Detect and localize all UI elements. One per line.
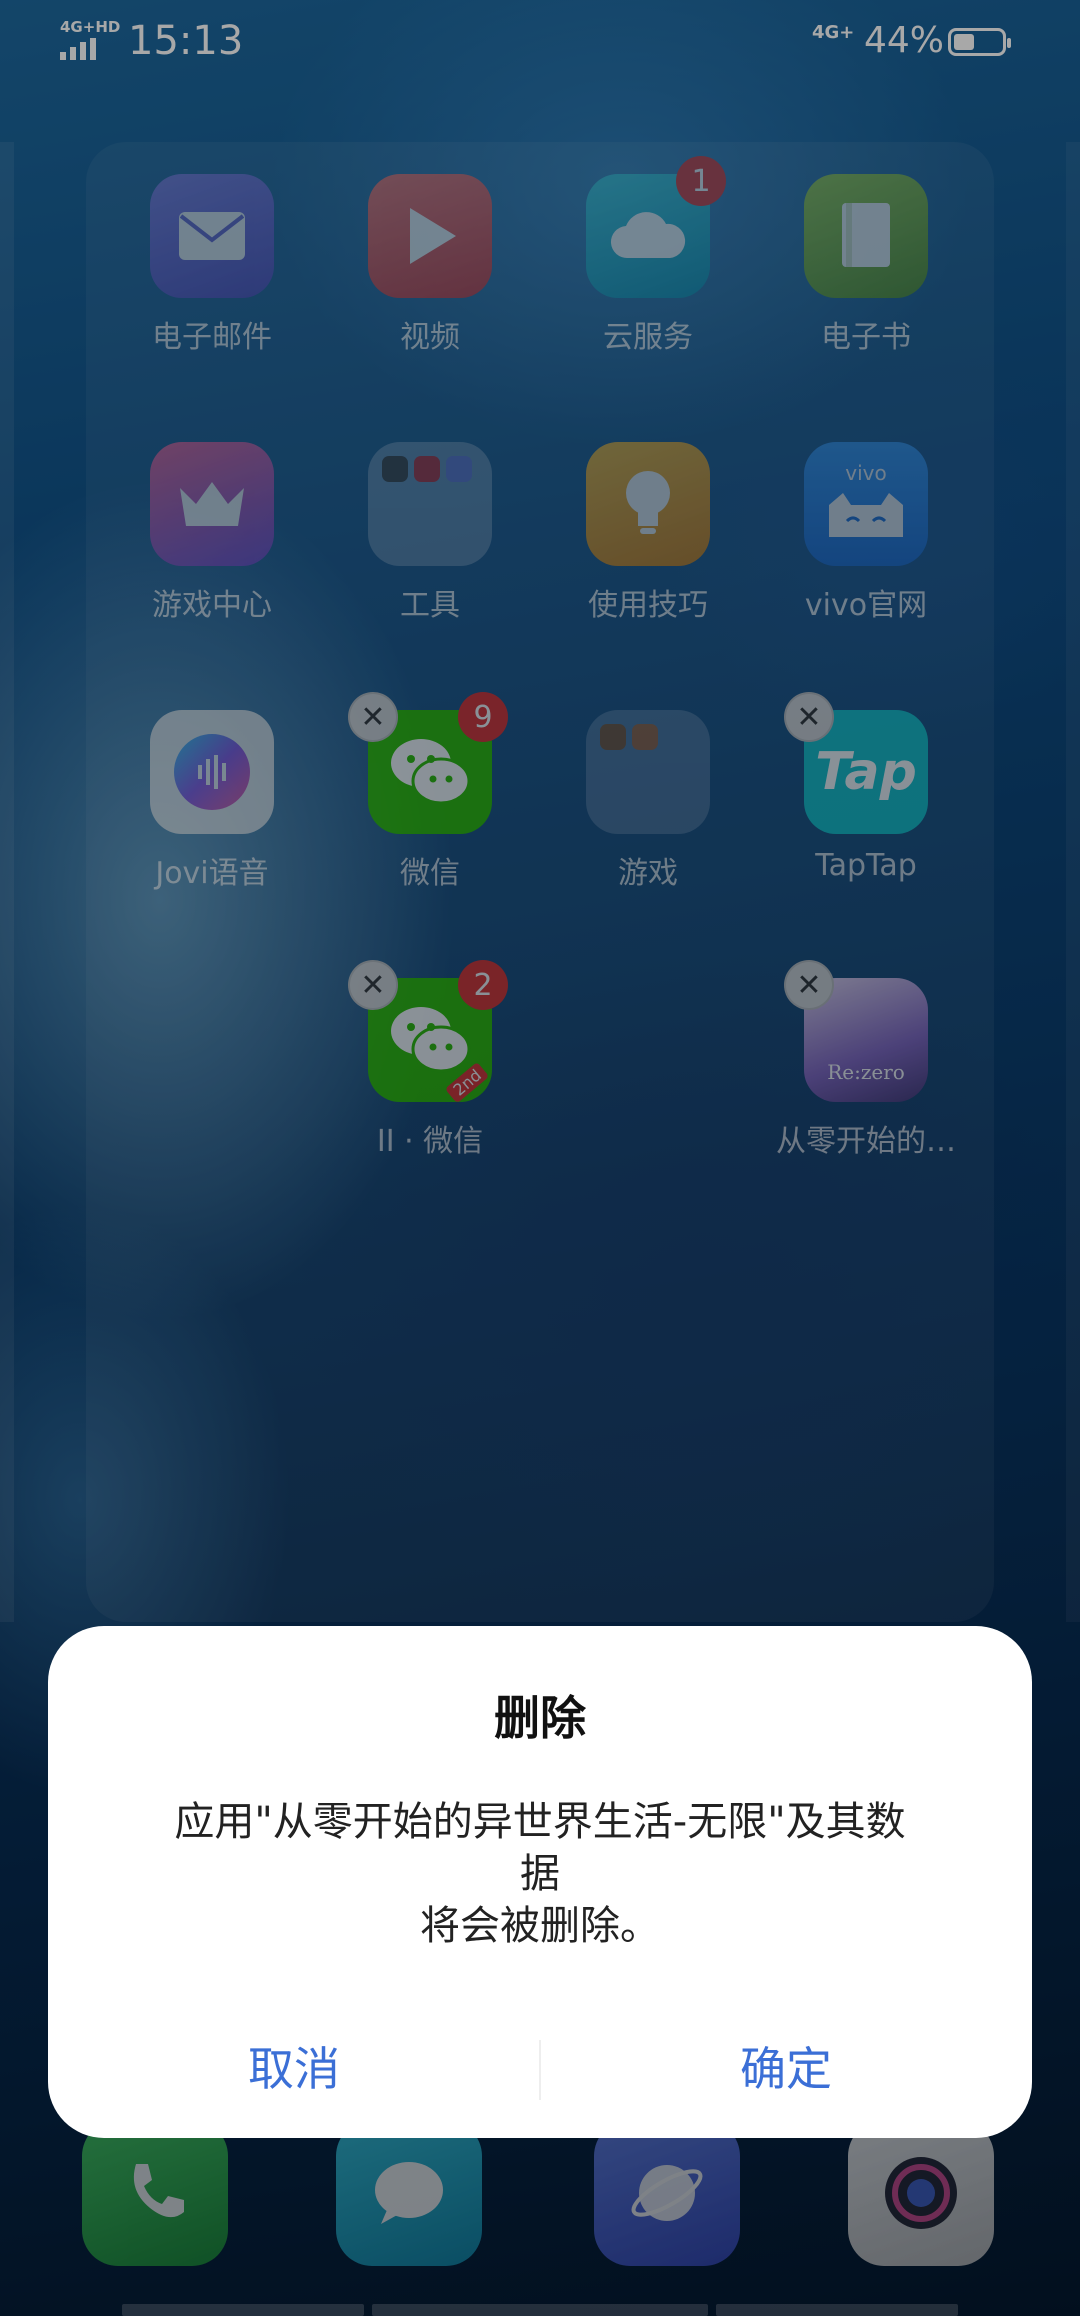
dialog-message-line: 应用"从零开始的异世界生活-无限"及其数: [174, 1799, 906, 1845]
confirm-button[interactable]: 确定: [540, 2016, 1032, 2116]
dialog-message: 应用"从零开始的异世界生活-无限"及其数 据 将会被删除。: [108, 1796, 972, 1952]
dialog-message-line: 将会被删除。: [420, 1903, 660, 1949]
delete-confirm-dialog: 删除 应用"从零开始的异世界生活-无限"及其数 据 将会被删除。 取消 确定: [48, 1626, 1032, 2138]
dialog-title: 删除: [494, 1691, 586, 1745]
cancel-button[interactable]: 取消: [48, 2016, 540, 2116]
dialog-message-line: 据: [520, 1851, 560, 1897]
